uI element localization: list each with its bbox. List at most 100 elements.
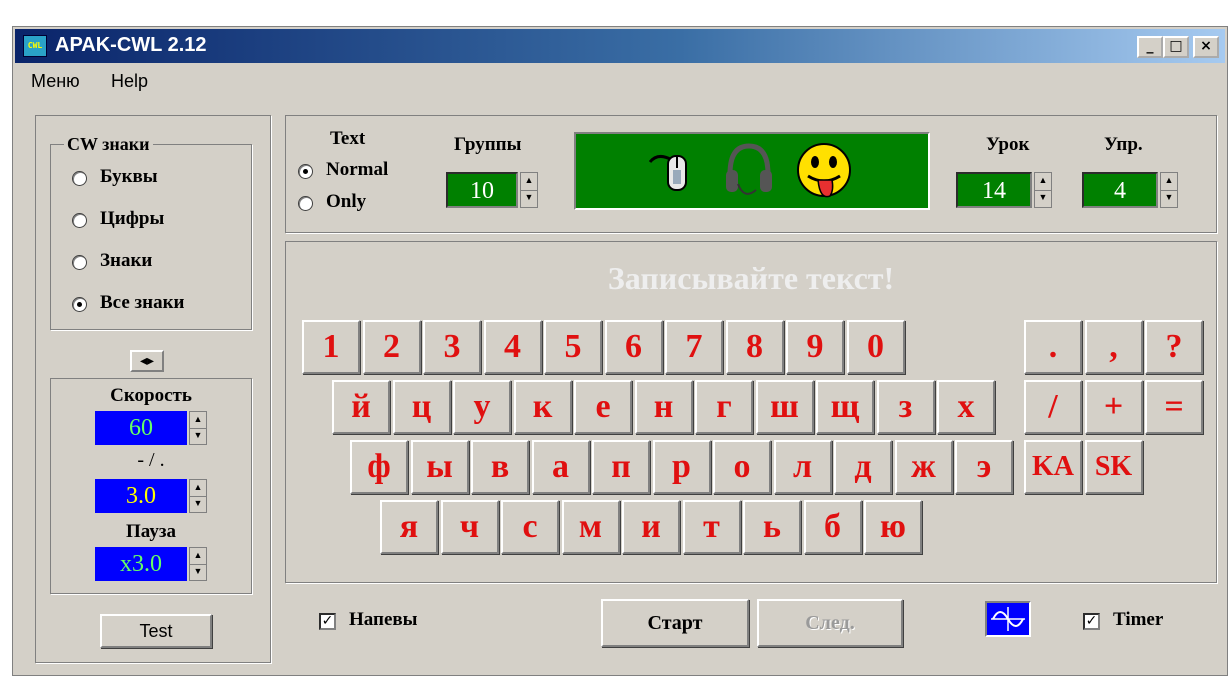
pause-spinner[interactable]: ▲ ▼ [189,547,207,581]
ratio-down-arrow-icon[interactable]: ▼ [190,496,206,512]
key[interactable]: 6 [604,320,663,374]
punct-key[interactable]: / [1024,380,1082,434]
punct-key[interactable]: ? [1145,320,1203,374]
speed-down-arrow-icon[interactable]: ▼ [190,428,206,444]
key[interactable]: я [380,500,438,554]
punct-key[interactable]: KA [1024,440,1082,494]
key[interactable]: 0 [846,320,905,374]
exercise-spinner[interactable]: ▲ ▼ [1160,172,1178,208]
groups-down-arrow-icon[interactable]: ▼ [521,190,537,207]
punct-key[interactable]: = [1145,380,1203,434]
pause-down-arrow-icon[interactable]: ▼ [190,564,206,580]
status-panel [574,132,930,210]
key[interactable]: э [955,440,1013,494]
lesson-up-arrow-icon[interactable]: ▲ [1035,173,1051,191]
ratio-display: 3.0 [95,479,187,513]
swap-arrows-button[interactable]: ◂▸ [130,350,164,372]
prompt-text: Записывайте текст! [607,260,895,296]
key[interactable]: р [652,440,711,494]
exercise-up-arrow-icon[interactable]: ▲ [1161,173,1177,191]
key[interactable]: д [834,440,892,494]
key[interactable]: и [622,500,680,554]
key[interactable]: 8 [725,320,784,374]
key[interactable]: ы [410,440,469,494]
ratio-spinner[interactable]: ▲ ▼ [189,479,207,513]
maximize-button[interactable]: □ [1163,36,1189,58]
key[interactable]: г [695,380,753,434]
close-button[interactable]: × [1193,36,1219,58]
key[interactable]: 1 [302,320,360,374]
key[interactable]: м [561,500,620,554]
lesson-down-arrow-icon[interactable]: ▼ [1035,190,1051,207]
radio-all-signs[interactable] [72,297,87,312]
radio-only[interactable] [298,196,313,211]
punct-key[interactable]: , [1084,320,1143,374]
key[interactable]: щ [816,380,874,434]
key[interactable]: ч [440,500,499,554]
key[interactable]: к [513,380,572,434]
key[interactable]: ц [392,380,451,434]
radio-digits[interactable] [72,213,87,228]
key[interactable]: й [332,380,390,434]
next-button[interactable]: След. [757,599,903,647]
ratio-label: - / . [137,449,165,471]
speed-up-arrow-icon[interactable]: ▲ [190,412,206,429]
timer-label: Timer [1113,609,1164,630]
radio-letters[interactable] [72,171,87,186]
key[interactable]: 2 [362,320,421,374]
key[interactable]: т [682,500,741,554]
key[interactable]: ш [755,380,814,434]
ratio-up-arrow-icon[interactable]: ▲ [190,480,206,497]
key[interactable]: а [531,440,590,494]
groups-up-arrow-icon[interactable]: ▲ [521,173,537,191]
test-button[interactable]: Test [100,614,212,648]
groups-value: 10 [446,172,518,208]
menu-bar: Меню Help [15,67,1225,97]
key[interactable]: х [937,380,995,434]
key[interactable]: п [592,440,650,494]
menu-item-menu[interactable]: Меню [31,71,80,92]
radio-signs[interactable] [72,255,87,270]
minimize-button[interactable]: _ [1137,36,1163,58]
lesson-spinner[interactable]: ▲ ▼ [1034,172,1052,208]
key[interactable]: о [713,440,771,494]
hints-checkbox[interactable]: ✓ [319,613,336,630]
key[interactable]: 9 [786,320,844,374]
key[interactable]: л [773,440,832,494]
sine-wave-icon [991,607,1025,631]
key[interactable]: у [453,380,511,434]
timer-checkbox[interactable]: ✓ [1083,613,1100,630]
key[interactable]: 5 [544,320,602,374]
key[interactable]: н [634,380,693,434]
lesson-value: 14 [956,172,1032,208]
start-button[interactable]: Старт [601,599,749,647]
key[interactable]: б [803,500,862,554]
radio-all-signs-label: Все знаки [100,292,185,313]
radio-only-label: Only [326,191,367,212]
pause-up-arrow-icon[interactable]: ▲ [190,548,206,565]
key[interactable]: е [574,380,632,434]
key[interactable]: 7 [665,320,723,374]
key[interactable]: с [501,500,559,554]
title-bar[interactable]: CWL APAK-CWL 2.12 _ □ × [15,29,1225,63]
radio-signs-label: Знаки [100,250,153,271]
menu-item-help[interactable]: Help [111,71,148,92]
punct-key[interactable]: SK [1084,440,1143,494]
punct-key[interactable]: . [1024,320,1082,374]
speed-spinner[interactable]: ▲ ▼ [189,411,207,445]
exercise-down-arrow-icon[interactable]: ▼ [1161,190,1177,207]
smiley-tongue-icon [797,143,851,198]
groups-spinner[interactable]: ▲ ▼ [520,172,538,208]
key[interactable]: в [471,440,529,494]
pause-display: x3.0 [95,547,187,581]
key[interactable]: ь [743,500,801,554]
waveform-button[interactable] [985,601,1031,637]
key[interactable]: ф [350,440,408,494]
key[interactable]: ж [894,440,953,494]
key[interactable]: 3 [423,320,481,374]
punct-key[interactable]: + [1084,380,1143,434]
key[interactable]: ю [864,500,922,554]
key[interactable]: з [876,380,935,434]
radio-normal[interactable] [298,164,313,179]
key[interactable]: 4 [483,320,542,374]
